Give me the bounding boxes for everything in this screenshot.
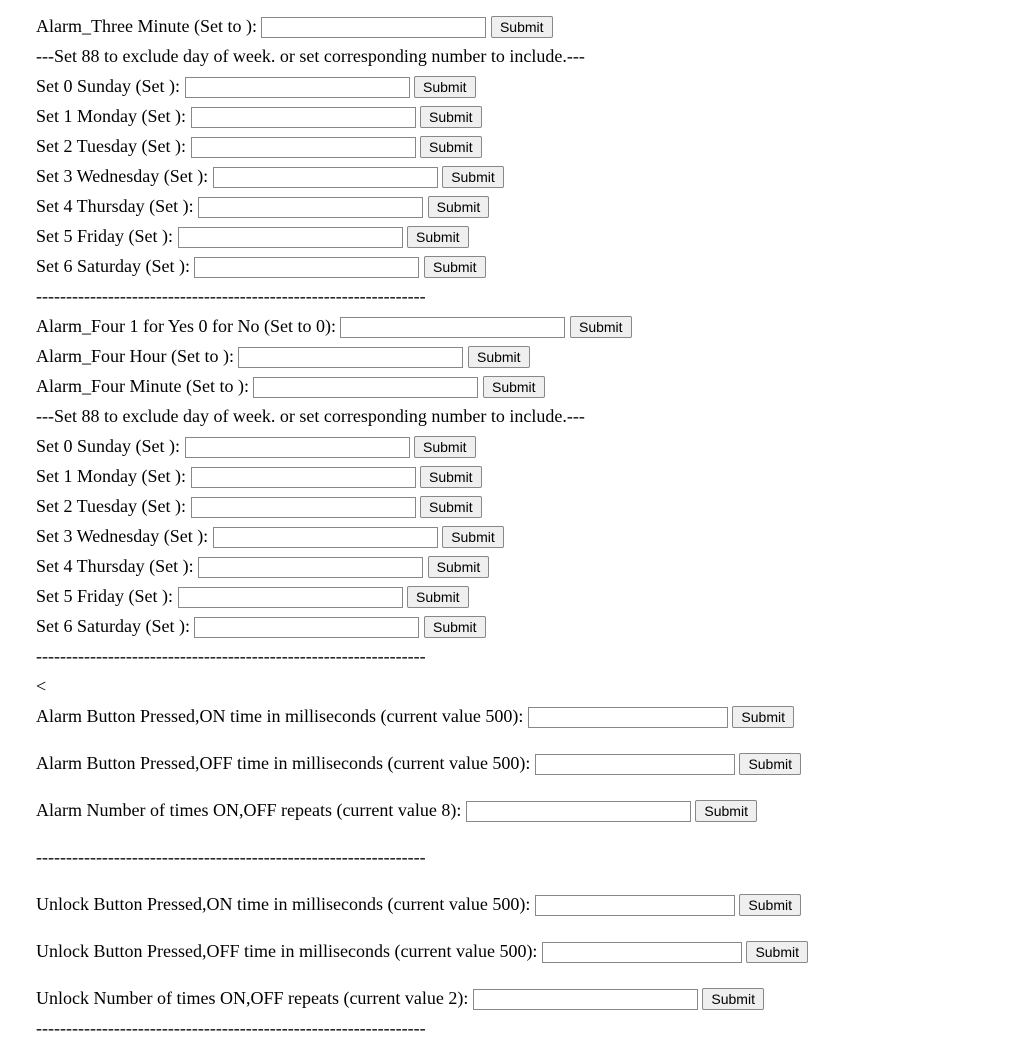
alarm-repeats-submit[interactable]: Submit xyxy=(695,800,757,822)
a3-monday-input[interactable] xyxy=(191,107,416,128)
a4-monday-input[interactable] xyxy=(191,467,416,488)
alarm3-minute-submit[interactable]: Submit xyxy=(491,16,553,38)
a4-sunday-submit[interactable]: Submit xyxy=(414,436,476,458)
unlock-on-time-input[interactable] xyxy=(535,895,735,916)
a4-thursday-submit[interactable]: Submit xyxy=(428,556,490,578)
lt-line: < xyxy=(36,673,1024,700)
separator-3: ----------------------------------------… xyxy=(36,844,1024,871)
alarm4-hour-label: Alarm_Four Hour (Set to ): xyxy=(36,346,234,366)
a4-wednesday-submit[interactable]: Submit xyxy=(442,526,504,548)
alarm-on-time-submit[interactable]: Submit xyxy=(732,706,794,728)
a3-thursday-input[interactable] xyxy=(198,197,423,218)
a4-saturday-label: Set 6 Saturday (Set ): xyxy=(36,616,190,636)
a4-saturday-input[interactable] xyxy=(194,617,419,638)
separator-4: ----------------------------------------… xyxy=(36,1015,1024,1042)
a4-thursday-label: Set 4 Thursday (Set ): xyxy=(36,556,194,576)
a3-sunday-submit[interactable]: Submit xyxy=(414,76,476,98)
unlock-on-time-submit[interactable]: Submit xyxy=(739,894,801,916)
a3-sunday-input[interactable] xyxy=(185,77,410,98)
unlock-repeats-submit[interactable]: Submit xyxy=(702,988,764,1010)
alarm-on-time-input[interactable] xyxy=(528,707,728,728)
a4-friday-submit[interactable]: Submit xyxy=(407,586,469,608)
a3-friday-input[interactable] xyxy=(178,227,403,248)
separator-2: ----------------------------------------… xyxy=(36,643,1024,670)
a3-tuesday-submit[interactable]: Submit xyxy=(420,136,482,158)
alarm-repeats-input[interactable] xyxy=(466,801,691,822)
a3-friday-label: Set 5 Friday (Set ): xyxy=(36,226,173,246)
a3-thursday-submit[interactable]: Submit xyxy=(428,196,490,218)
alarm-off-time-input[interactable] xyxy=(535,754,735,775)
alarm4-minute-input[interactable] xyxy=(253,377,478,398)
dow-note: ---Set 88 to exclude day of week. or set… xyxy=(36,43,1024,70)
a4-sunday-input[interactable] xyxy=(185,437,410,458)
unlock-on-time-label: Unlock Button Pressed,ON time in millise… xyxy=(36,894,530,914)
alarm4-hour-submit[interactable]: Submit xyxy=(468,346,530,368)
unlock-repeats-label: Unlock Number of times ON,OFF repeats (c… xyxy=(36,988,468,1008)
alarm4-enable-submit[interactable]: Submit xyxy=(570,316,632,338)
a3-tuesday-label: Set 2 Tuesday (Set ): xyxy=(36,136,186,156)
a3-tuesday-input[interactable] xyxy=(191,137,416,158)
a3-saturday-submit[interactable]: Submit xyxy=(424,256,486,278)
unlock-off-time-label: Unlock Button Pressed,OFF time in millis… xyxy=(36,941,537,961)
a4-monday-submit[interactable]: Submit xyxy=(420,466,482,488)
a4-monday-label: Set 1 Monday (Set ): xyxy=(36,466,186,486)
a3-saturday-label: Set 6 Saturday (Set ): xyxy=(36,256,190,276)
alarm4-hour-input[interactable] xyxy=(238,347,463,368)
a4-friday-label: Set 5 Friday (Set ): xyxy=(36,586,173,606)
a3-friday-submit[interactable]: Submit xyxy=(407,226,469,248)
a3-wednesday-submit[interactable]: Submit xyxy=(442,166,504,188)
a4-tuesday-label: Set 2 Tuesday (Set ): xyxy=(36,496,186,516)
a3-wednesday-label: Set 3 Wednesday (Set ): xyxy=(36,166,208,186)
alarm-repeats-label: Alarm Number of times ON,OFF repeats (cu… xyxy=(36,800,461,820)
a3-wednesday-input[interactable] xyxy=(213,167,438,188)
a4-wednesday-label: Set 3 Wednesday (Set ): xyxy=(36,526,208,546)
a4-friday-input[interactable] xyxy=(178,587,403,608)
unlock-repeats-input[interactable] xyxy=(473,989,698,1010)
separator-1: ----------------------------------------… xyxy=(36,283,1024,310)
a3-monday-submit[interactable]: Submit xyxy=(420,106,482,128)
a4-saturday-submit[interactable]: Submit xyxy=(424,616,486,638)
a3-thursday-label: Set 4 Thursday (Set ): xyxy=(36,196,194,216)
alarm-off-time-label: Alarm Button Pressed,OFF time in millise… xyxy=(36,753,530,773)
a3-sunday-label: Set 0 Sunday (Set ): xyxy=(36,76,180,96)
a3-monday-label: Set 1 Monday (Set ): xyxy=(36,106,186,126)
alarm4-enable-label: Alarm_Four 1 for Yes 0 for No (Set to 0)… xyxy=(36,316,336,336)
alarm-off-time-submit[interactable]: Submit xyxy=(739,753,801,775)
a4-thursday-input[interactable] xyxy=(198,557,423,578)
a4-tuesday-input[interactable] xyxy=(191,497,416,518)
alarm4-minute-label: Alarm_Four Minute (Set to ): xyxy=(36,376,249,396)
a4-wednesday-input[interactable] xyxy=(213,527,438,548)
a3-saturday-input[interactable] xyxy=(194,257,419,278)
dow-note-2: ---Set 88 to exclude day of week. or set… xyxy=(36,403,1024,430)
alarm4-minute-submit[interactable]: Submit xyxy=(483,376,545,398)
alarm3-minute-input[interactable] xyxy=(261,17,486,38)
alarm3-minute-label: Alarm_Three Minute (Set to ): xyxy=(36,16,257,36)
alarm-on-time-label: Alarm Button Pressed,ON time in millisec… xyxy=(36,706,523,726)
a4-sunday-label: Set 0 Sunday (Set ): xyxy=(36,436,180,456)
a4-tuesday-submit[interactable]: Submit xyxy=(420,496,482,518)
alarm4-enable-input[interactable] xyxy=(340,317,565,338)
